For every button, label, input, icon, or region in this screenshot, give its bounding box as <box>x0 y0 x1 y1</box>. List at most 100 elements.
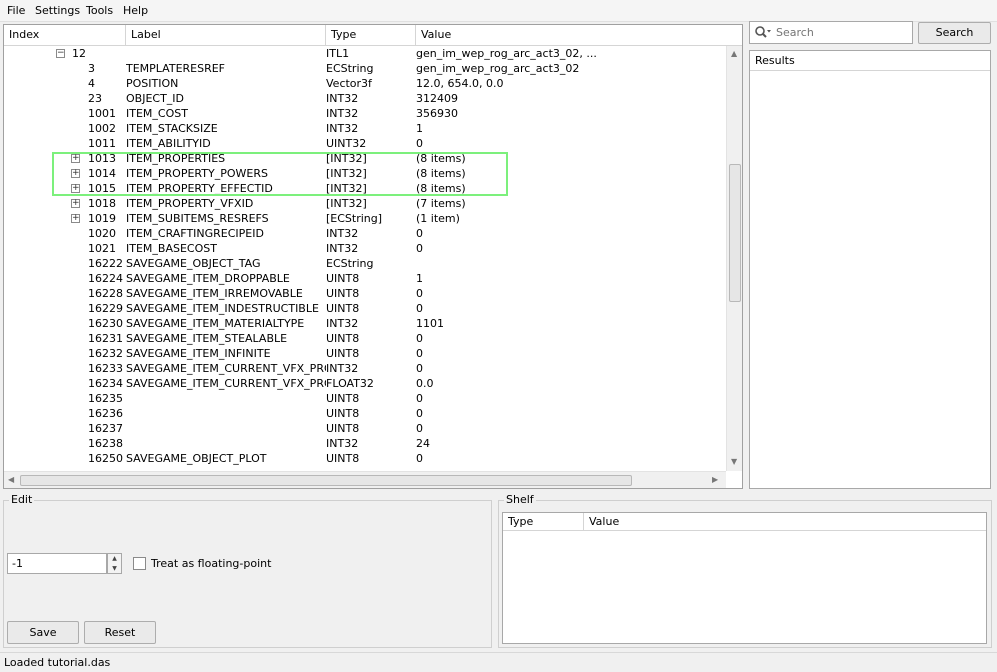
row-label: ITEM_PROPERTIES <box>126 152 226 165</box>
tree-row[interactable]: 1002 ITEM_STACKSIZE INT32 1 <box>4 121 726 136</box>
save-button[interactable]: Save <box>7 621 79 644</box>
tree-row[interactable]: +1013 ITEM_PROPERTIES [INT32] (8 items) <box>4 151 726 166</box>
row-type: UINT8 <box>326 302 360 315</box>
row-index: 16228 <box>88 287 123 300</box>
horizontal-scrollbar[interactable]: ◀ ▶ <box>4 471 726 488</box>
row-value: 312409 <box>416 92 458 105</box>
row-label: SAVEGAME_ITEM_STEALABLE <box>126 332 288 345</box>
row-index: 1021 <box>88 242 116 255</box>
column-header-label[interactable]: Label <box>126 25 326 45</box>
tree-row[interactable]: 16230 SAVEGAME_ITEM_MATERIALTYPE INT32 1101 <box>4 316 726 331</box>
row-type: UINT8 <box>326 422 360 435</box>
tree-row[interactable]: 16235 UINT8 0 <box>4 391 726 406</box>
tree-row[interactable]: 16250 SAVEGAME_OBJECT_PLOT UINT8 0 <box>4 451 726 466</box>
tree-body: −12 ITL1 gen_im_wep_rog_arc_act3_02, ... 3 T… <box>4 46 726 471</box>
tree-row[interactable]: 1001 ITEM_COST INT32 356930 <box>4 106 726 121</box>
expand-icon[interactable]: + <box>71 214 80 223</box>
shelf-table[interactable]: Type Value <box>502 512 987 644</box>
vertical-scroll-thumb[interactable] <box>729 164 741 302</box>
row-value <box>416 256 721 271</box>
row-label: ITEM_PROPERTY_EFFECTID <box>126 182 273 195</box>
row-type: ECString <box>326 257 374 270</box>
scroll-left-arrow-icon[interactable]: ◀ <box>8 475 14 485</box>
tree-row[interactable]: 16232 SAVEGAME_ITEM_INFINITE UINT8 0 <box>4 346 726 361</box>
scroll-down-arrow-icon[interactable]: ▼ <box>731 457 737 467</box>
tree-row[interactable]: 4 POSITION Vector3f 12.0, 654.0, 0.0 <box>4 76 726 91</box>
column-header-type[interactable]: Type <box>326 25 416 45</box>
spin-down-icon[interactable]: ▼ <box>108 564 121 574</box>
row-label: SAVEGAME_ITEM_CURRENT_VFX_PROPE <box>126 377 326 390</box>
shelf-column-type[interactable]: Type <box>503 513 584 530</box>
expand-icon[interactable]: + <box>71 154 80 163</box>
expand-icon[interactable]: + <box>71 184 80 193</box>
row-value: 1101 <box>416 317 444 330</box>
vertical-scrollbar[interactable]: ▲ ▼ <box>726 46 742 471</box>
row-value: 0.0 <box>416 377 434 390</box>
row-index: 23 <box>88 92 102 105</box>
tree-row[interactable]: 3 TEMPLATERESREF ECString gen_im_wep_rog_ar… <box>4 61 726 76</box>
value-input[interactable]: -1 <box>7 553 107 574</box>
tree-row[interactable]: 1021 ITEM_BASECOST INT32 0 <box>4 241 726 256</box>
tree-row[interactable]: 16229 SAVEGAME_ITEM_INDESTRUCTIBLE UINT8 0 <box>4 301 726 316</box>
row-value: 0 <box>416 452 423 465</box>
tree-row[interactable]: 16238 INT32 24 <box>4 436 726 451</box>
reset-button[interactable]: Reset <box>84 621 156 644</box>
row-index: 12 <box>72 47 86 60</box>
row-value: 356930 <box>416 107 458 120</box>
tree-row[interactable]: 16228 SAVEGAME_ITEM_IRREMOVABLE UINT8 0 <box>4 286 726 301</box>
collapse-icon[interactable]: − <box>56 49 65 58</box>
search-field[interactable] <box>749 21 913 44</box>
floating-point-checkbox[interactable] <box>133 557 146 570</box>
spin-up-icon[interactable]: ▲ <box>108 554 121 564</box>
shelf-column-value[interactable]: Value <box>584 513 986 530</box>
tree-row[interactable]: 1020 ITEM_CRAFTINGRECIPEID INT32 0 <box>4 226 726 241</box>
tree-row[interactable]: −12 ITL1 gen_im_wep_rog_arc_act3_02, ... <box>4 46 726 61</box>
tree-row[interactable]: 16234 SAVEGAME_ITEM_CURRENT_VFX_PROPE FLOA… <box>4 376 726 391</box>
row-index: 1001 <box>88 107 116 120</box>
tree-row[interactable]: 16231 SAVEGAME_ITEM_STEALABLE UINT8 0 <box>4 331 726 346</box>
row-index: 3 <box>88 62 95 75</box>
tree-row[interactable]: 23 OBJECT_ID INT32 312409 <box>4 91 726 106</box>
results-panel[interactable]: Results <box>749 50 991 489</box>
column-header-value[interactable]: Value <box>416 25 742 45</box>
value-spinner[interactable]: ▲ ▼ <box>107 553 122 574</box>
menu-tools[interactable]: Tools <box>86 4 113 18</box>
data-tree-view[interactable]: Index Label Type Value −12 ITL1 gen_im_wep… <box>3 24 743 489</box>
expand-icon[interactable]: + <box>71 199 80 208</box>
tree-row[interactable]: 16224 SAVEGAME_ITEM_DROPPABLE UINT8 1 <box>4 271 726 286</box>
row-value: 0 <box>416 287 423 300</box>
search-icon[interactable] <box>754 25 772 41</box>
menu-settings[interactable]: Settings <box>35 4 80 18</box>
scroll-up-arrow-icon[interactable]: ▲ <box>731 49 737 59</box>
tree-row[interactable]: +1014 ITEM_PROPERTY_POWERS [INT32] (8 items… <box>4 166 726 181</box>
tree-row[interactable]: +1015 ITEM_PROPERTY_EFFECTID [INT32] (8 ite… <box>4 181 726 196</box>
row-index: 1011 <box>88 137 116 150</box>
menu-help[interactable]: Help <box>123 4 148 18</box>
search-button[interactable]: Search <box>918 22 991 44</box>
tree-row[interactable]: 1011 ITEM_ABILITYID UINT32 0 <box>4 136 726 151</box>
row-value: (1 item) <box>416 212 460 225</box>
tree-row[interactable]: 16237 UINT8 0 <box>4 421 726 436</box>
tree-row[interactable]: +1019 ITEM_SUBITEMS_RESREFS [ECString] (1 i… <box>4 211 726 226</box>
row-index: 1018 <box>88 197 116 210</box>
row-index: 1020 <box>88 227 116 240</box>
tree-row[interactable]: +1018 ITEM_PROPERTY_VFXID [INT32] (7 items) <box>4 196 726 211</box>
tree-row[interactable]: 16236 UINT8 0 <box>4 406 726 421</box>
row-value: gen_im_wep_rog_arc_act3_02 <box>416 62 580 75</box>
scroll-right-arrow-icon[interactable]: ▶ <box>712 475 718 485</box>
shelf-header: Type Value <box>503 513 986 531</box>
tree-row[interactable]: 16233 SAVEGAME_ITEM_CURRENT_VFX_PROPE INT3… <box>4 361 726 376</box>
tree-row[interactable]: 16222 SAVEGAME_OBJECT_TAG ECString <box>4 256 726 271</box>
column-header-index[interactable]: Index <box>4 25 126 45</box>
row-index: 16222 <box>88 257 123 270</box>
horizontal-scroll-thumb[interactable] <box>20 475 632 486</box>
row-type: ITL1 <box>326 47 350 60</box>
row-value: 0 <box>416 407 423 420</box>
menu-file[interactable]: File <box>7 4 25 18</box>
expand-icon[interactable]: + <box>71 169 80 178</box>
search-input[interactable] <box>774 23 910 42</box>
row-type: UINT8 <box>326 287 360 300</box>
row-index: 16250 <box>88 452 123 465</box>
row-index: 16229 <box>88 302 123 315</box>
row-label: ITEM_ABILITYID <box>126 137 211 150</box>
